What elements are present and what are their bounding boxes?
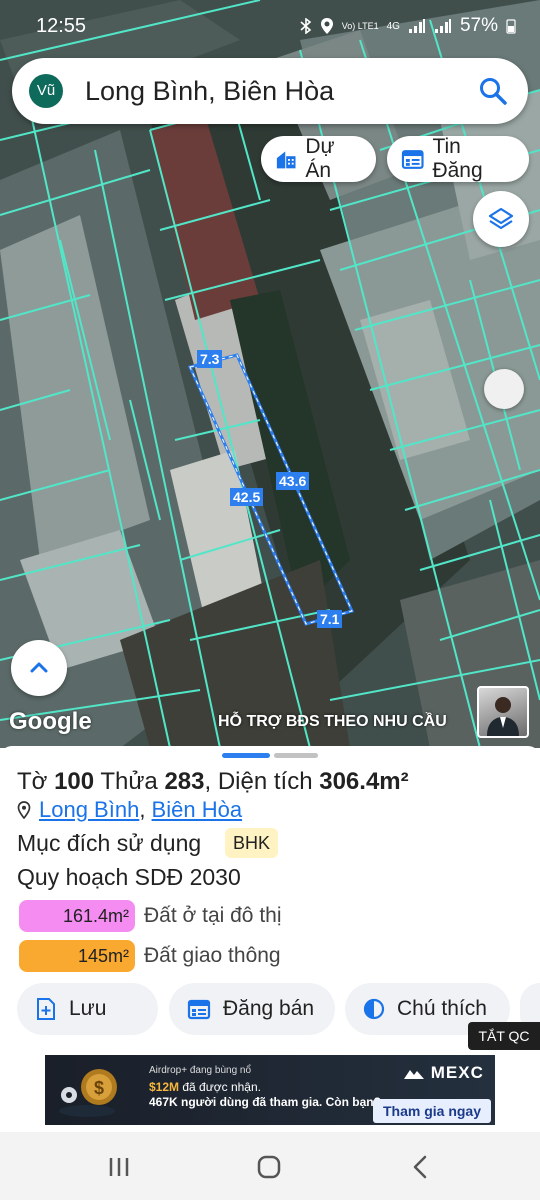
status-time: 12:55 xyxy=(36,15,87,37)
signal-icon-2 xyxy=(434,19,451,33)
listing-post-icon xyxy=(187,999,211,1020)
sheet-number: 100 xyxy=(54,768,95,795)
sheet-label: Tờ xyxy=(17,768,48,795)
home-icon[interactable] xyxy=(254,1152,284,1182)
listings-chip[interactable]: Tin Đăng xyxy=(387,135,529,182)
parcel-title: Tờ 100 Thửa 283, Diện tích 306.4m² xyxy=(17,768,409,795)
status-bar: 12:55 Vo) LTE1 4G 57% xyxy=(0,0,540,52)
parcel-location: Long Bình, Biên Hòa xyxy=(17,797,242,823)
search-query-text[interactable]: Long Bình, Biên Hòa xyxy=(85,76,334,107)
post-for-sale-button[interactable]: Đăng bán xyxy=(169,983,335,1035)
ad-line-3: 467K người dùng đã tham gia. Còn bạn? xyxy=(149,1095,381,1109)
sheet-handle-inactive[interactable] xyxy=(274,753,318,758)
plot-number: 283 xyxy=(164,768,205,795)
ad-banner[interactable]: $ Airdrop+ đang bùng nổ $12M đã được nhậ… xyxy=(45,1055,495,1125)
parcel-info-sheet: Tờ 100 Thửa 283, Diện tích 306.4m² Long … xyxy=(0,746,540,1050)
land-use-purpose-label: Mục đích sử dụng xyxy=(17,830,202,856)
recent-apps-icon[interactable] xyxy=(104,1152,134,1182)
zoning-area-value: 145m² xyxy=(19,940,135,972)
building-icon xyxy=(276,151,296,169)
save-button-label: Lưu xyxy=(69,997,107,1020)
search-bar[interactable]: Vũ Long Bình, Biên Hòa xyxy=(12,58,528,124)
post-button-label: Đăng bán xyxy=(223,997,315,1020)
back-icon[interactable] xyxy=(406,1152,436,1182)
zoning-type-label: Đất ở tại đô thị xyxy=(144,904,282,927)
battery-icon xyxy=(506,19,516,34)
zoning-item: 161.4m² Đất ở tại đô thị xyxy=(19,900,282,932)
ward-link[interactable]: Long Bình xyxy=(39,797,139,822)
city-link[interactable]: Biên Hòa xyxy=(152,797,243,822)
measure-top-label: 7.3 xyxy=(197,350,223,368)
sheet-handle-active[interactable] xyxy=(222,753,270,758)
bluetooth-icon xyxy=(300,18,312,34)
contrast-icon xyxy=(363,998,385,1020)
ad-line-2-rest: đã được nhận. xyxy=(179,1080,261,1094)
zoning-plan-title: Quy hoạch SDĐ 2030 xyxy=(17,864,241,890)
battery-percent: 57% xyxy=(459,15,498,36)
chevron-up-icon xyxy=(30,662,48,673)
expand-sheet-button[interactable] xyxy=(11,640,67,696)
projects-chip-label: Dự Án xyxy=(305,135,335,182)
svg-text:$: $ xyxy=(94,1078,104,1098)
network-type-label: 4G xyxy=(386,20,400,32)
search-icon[interactable] xyxy=(478,76,508,106)
zoning-item: 145m² Đất giao thông xyxy=(19,940,281,972)
land-use-code-badge[interactable]: BHK xyxy=(225,828,278,858)
save-file-icon xyxy=(37,998,55,1020)
location-pin-icon xyxy=(17,801,31,819)
volte-label: Vo) LTE1 xyxy=(341,20,379,31)
ad-line-2: $12M đã được nhận. xyxy=(149,1080,261,1094)
listings-icon xyxy=(401,150,424,169)
floating-assist-button[interactable] xyxy=(484,369,524,409)
coin-illustration-icon: $ xyxy=(59,1069,117,1117)
listings-chip-label: Tin Đăng xyxy=(432,135,483,182)
ad-brand-logo: MEXC xyxy=(403,1063,484,1083)
zoning-type-label: Đất giao thông xyxy=(144,944,281,967)
legend-button-label: Chú thích xyxy=(397,997,487,1020)
support-banner-text[interactable]: HỖ TRỢ BĐS THEO NHU CẦU xyxy=(218,713,447,731)
area-label: Diện tích xyxy=(217,768,313,795)
google-logo: Google xyxy=(9,708,92,735)
save-button[interactable]: Lưu xyxy=(17,983,158,1035)
ad-line-1: Airdrop+ đang bùng nổ xyxy=(149,1065,252,1076)
area-value: 306.4m² xyxy=(319,768,409,795)
agent-photo-icon xyxy=(487,697,519,736)
support-agent-avatar[interactable] xyxy=(477,686,529,738)
ad-brand-text: MEXC xyxy=(430,1063,484,1082)
projects-chip[interactable]: Dự Án xyxy=(261,135,376,182)
signal-icon-1 xyxy=(408,19,425,33)
layers-icon xyxy=(488,207,514,230)
ad-amount: $12M xyxy=(149,1080,180,1094)
plot-label: Thửa xyxy=(100,768,158,795)
mexc-logo-icon xyxy=(404,1069,424,1079)
ad-banner-area: $ Airdrop+ đang bùng nổ $12M đã được nhậ… xyxy=(0,1050,540,1132)
measure-left-label: 42.5 xyxy=(230,488,264,506)
system-navigation-bar xyxy=(0,1132,540,1200)
map-layers-button[interactable] xyxy=(473,191,529,247)
measure-right-label: 43.6 xyxy=(276,472,310,490)
ad-cta-button[interactable]: Tham gia ngay xyxy=(373,1099,491,1123)
user-avatar[interactable]: Vũ xyxy=(29,74,63,108)
hide-ad-button[interactable]: TẮT QC xyxy=(468,1022,540,1050)
measure-bottom-label: 7.1 xyxy=(317,610,343,628)
location-icon xyxy=(320,18,333,34)
zoning-area-value: 161.4m² xyxy=(19,900,135,932)
status-icons: Vo) LTE1 4G 57% xyxy=(300,15,516,37)
